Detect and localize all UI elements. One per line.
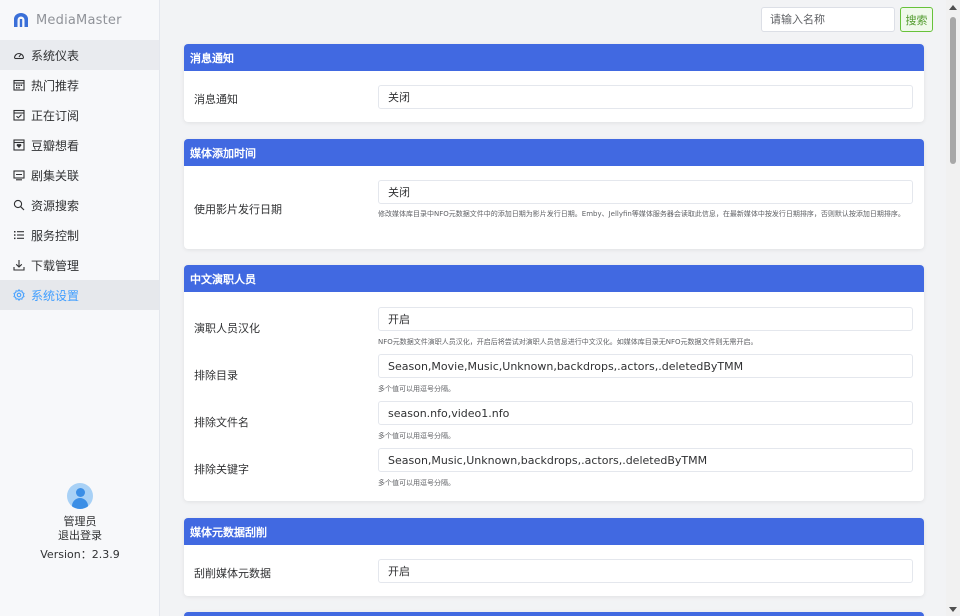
card-title: 消息通知 — [184, 44, 924, 71]
avatar[interactable] — [67, 483, 93, 509]
setting-label: 消息通知 — [194, 93, 238, 106]
setting-label: 排除目录 — [194, 369, 238, 382]
setting-row: 刮削媒体元数据 开启 — [184, 545, 924, 596]
setting-label: 使用影片发行日期 — [194, 203, 282, 216]
setting-label: 排除文件名 — [194, 416, 249, 429]
sidebar-item-label: 系统仪表 — [31, 48, 80, 63]
release-date-select[interactable]: 关闭 — [378, 180, 913, 204]
actor-translate-select[interactable]: 开启 — [378, 307, 913, 331]
gear-icon — [13, 289, 25, 301]
user-name: 管理员 — [63, 515, 97, 528]
sidebar-item-label: 剧集关联 — [31, 168, 80, 183]
setting-row: 使用影片发行日期 关闭 修改媒体库目录中NFO元数据文件中的添加日期为影片发行日… — [184, 166, 924, 249]
user-panel: 管理员 退出登录 Version：2.3.9 — [0, 483, 160, 562]
setting-row: 消息通知 关闭 — [184, 71, 924, 122]
exclude-filename-input[interactable]: season.nfo,video1.nfo — [378, 401, 913, 425]
search-icon — [13, 199, 25, 211]
setting-rows: 演职人员汉化 开启 NFO元数据文件演职人员汉化，开启后将尝试对演职人员信息进行… — [184, 292, 924, 501]
sidebar-item-label: 下载管理 — [31, 258, 80, 273]
card-title: 媒体添加时间 — [184, 139, 924, 166]
sidebar-item-subscribe[interactable]: 正在订阅 — [0, 100, 159, 130]
user-icon — [75, 488, 85, 497]
card-title: 中文演职人员 — [184, 265, 924, 292]
heart-box-icon — [13, 139, 25, 151]
arrow-up-icon — [949, 5, 957, 10]
addtime-card: 媒体添加时间 使用影片发行日期 关闭 修改媒体库目录中NFO元数据文件中的添加日… — [184, 139, 924, 249]
notify-card: 消息通知 消息通知 关闭 — [184, 44, 924, 122]
monitor-icon — [13, 169, 25, 181]
sidebar-item-label: 服务控制 — [31, 228, 80, 243]
setting-hint: 多个值可以用逗号分隔。 — [378, 385, 455, 393]
sidebar: MediaMaster 系统仪表 热门推荐 正在订阅 豆瓣想看 剧集关联 资源搜… — [0, 0, 160, 616]
setting-label: 排除关键字 — [194, 463, 249, 476]
page-scrollbar[interactable] — [946, 0, 960, 616]
scrape-card: 媒体元数据刮削 刮削媒体元数据 开启 — [184, 518, 924, 596]
notify-select[interactable]: 关闭 — [378, 85, 913, 109]
scroll-down-button[interactable] — [946, 602, 960, 616]
sidebar-item-label: 系统设置 — [31, 288, 80, 303]
sidebar-item-dashboard[interactable]: 系统仪表 — [0, 40, 159, 70]
setting-label: 刮削媒体元数据 — [194, 567, 271, 580]
setting-hint: NFO元数据文件演职人员汉化，开启后将尝试对演职人员信息进行中文汉化。如媒体库目… — [378, 338, 758, 346]
app-logo[interactable]: MediaMaster — [0, 0, 159, 40]
list-icon — [13, 229, 25, 241]
sidebar-item-search[interactable]: 资源搜索 — [0, 190, 159, 220]
setting-hint: 修改媒体库目录中NFO元数据文件中的添加日期为影片发行日期。Emby、Jelly… — [378, 210, 905, 218]
sidebar-item-label: 热门推荐 — [31, 78, 80, 93]
main-content: 搜索 消息通知 消息通知 关闭 媒体添加时间 使用影片发行日期 关闭 修改媒体库… — [161, 0, 946, 616]
topbar: 搜索 — [161, 0, 946, 40]
sidebar-item-settings[interactable]: 系统设置 — [0, 280, 159, 310]
sidebar-item-series[interactable]: 剧集关联 — [0, 160, 159, 190]
search-input[interactable] — [761, 7, 895, 32]
scroll-up-button[interactable] — [946, 0, 960, 14]
gauge-icon — [13, 49, 25, 61]
setting-hint: 多个值可以用逗号分隔。 — [378, 432, 455, 440]
version-text: Version：2.3.9 — [40, 548, 120, 561]
exclude-dir-input[interactable]: Season,Movie,Music,Unknown,backdrops,.ac… — [378, 354, 913, 378]
sidebar-item-label: 资源搜索 — [31, 198, 80, 213]
sidebar-nav: 系统仪表 热门推荐 正在订阅 豆瓣想看 剧集关联 资源搜索 服务控制 下载管理 — [0, 40, 159, 310]
sidebar-item-label: 豆瓣想看 — [31, 138, 80, 153]
logout-link[interactable]: 退出登录 — [0, 529, 160, 543]
download-icon — [13, 259, 25, 271]
sidebar-item-label: 正在订阅 — [31, 108, 80, 123]
card-title: 媒体元数据刮削 — [184, 518, 924, 545]
logo-icon — [13, 13, 29, 27]
exclude-keyword-input[interactable]: Season,Music,Unknown,backdrops,.actors,.… — [378, 448, 913, 472]
sidebar-item-download[interactable]: 下载管理 — [0, 250, 159, 280]
sidebar-item-douban[interactable]: 豆瓣想看 — [0, 130, 159, 160]
search-button[interactable]: 搜索 — [900, 7, 933, 32]
actors-card: 中文演职人员 演职人员汉化 开启 NFO元数据文件演职人员汉化，开启后将尝试对演… — [184, 265, 924, 501]
calendar-check-icon — [13, 109, 25, 121]
calendar-grid-icon — [13, 79, 25, 91]
sidebar-item-service[interactable]: 服务控制 — [0, 220, 159, 250]
sidebar-item-hot[interactable]: 热门推荐 — [0, 70, 159, 100]
scroll-thumb[interactable] — [950, 17, 956, 164]
scrape-select[interactable]: 开启 — [378, 559, 913, 583]
arrow-down-icon — [949, 607, 957, 612]
setting-hint: 多个值可以用逗号分隔。 — [378, 479, 455, 487]
setting-label: 演职人员汉化 — [194, 322, 260, 335]
app-name: MediaMaster — [36, 12, 122, 28]
next-card — [184, 612, 924, 616]
